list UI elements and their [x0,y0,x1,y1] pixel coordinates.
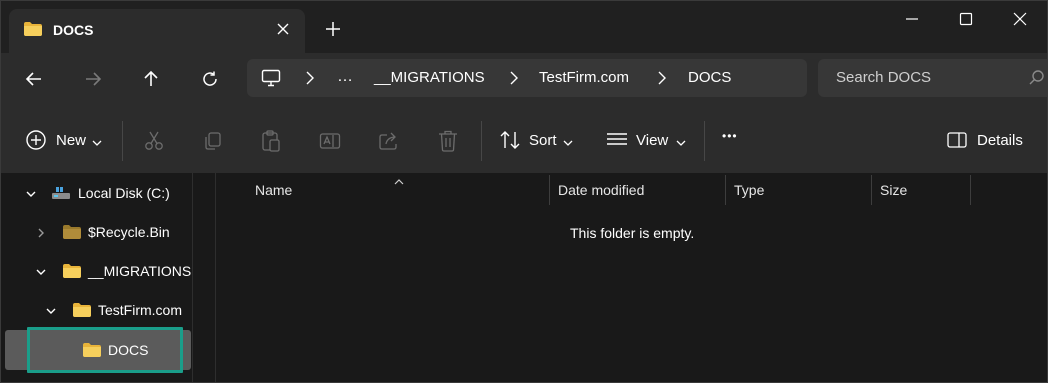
folder-icon [62,378,82,382]
breadcrumb-docs[interactable]: DOCS [688,69,731,86]
tab-title: DOCS [53,22,94,38]
tab-close-icon[interactable] [271,17,295,41]
address-bar[interactable]: … __MIGRATIONS TestFirm.com DOCS [247,59,807,97]
column-label: Size [880,182,908,198]
tree-item-local-disk[interactable]: Local Disk (C:) [1,174,191,212]
tree-item-label: $Recycle.Bin [88,224,170,240]
chevron-down-icon[interactable] [45,304,57,320]
tree-item-recycle-bin[interactable]: $Recycle.Bin [1,213,191,251]
file-list: Name Date modified Type Size This folder… [217,173,1047,382]
refresh-icon[interactable] [194,65,226,93]
new-button[interactable]: New [25,123,107,157]
share-icon[interactable] [378,123,402,157]
sort-label: Sort [529,132,557,149]
details-button[interactable]: Details [947,123,1027,157]
drive-icon [51,185,71,204]
chevron-right-icon[interactable] [35,226,47,242]
navigation-bar: … __MIGRATIONS TestFirm.com DOCS Search … [1,53,1047,107]
folder-icon [62,224,82,243]
more-options-icon: ••• [722,129,738,143]
forward-arrow-icon[interactable] [77,65,109,93]
column-label: Name [255,182,293,198]
delete-icon[interactable] [437,123,461,157]
empty-folder-message: This folder is empty. [570,225,695,241]
search-input[interactable]: Search DOCS [818,59,1047,97]
command-separator [481,121,482,161]
command-bar: New Sort View ••• Details [1,107,1047,173]
column-header-date-modified[interactable]: Date modified [550,173,726,205]
navigation-pane-divider [192,173,193,382]
view-button[interactable]: View [606,123,688,157]
search-placeholder: Search DOCS [836,69,932,86]
breadcrumb-overflow[interactable]: … [337,68,354,86]
chevron-right-icon[interactable] [657,70,667,89]
column-header-name[interactable]: Name [217,173,549,205]
tree-item-migrations[interactable]: __MIGRATIONS [1,252,191,290]
file-explorer-window: DOCS … __MIGRATIONS TestFirm.com DOCS Se… [0,0,1048,383]
chevron-right-icon[interactable] [509,70,519,89]
back-arrow-icon[interactable] [18,65,50,93]
cut-icon[interactable] [143,123,167,157]
up-arrow-icon[interactable] [135,65,167,93]
column-label: Date modified [558,182,645,198]
column-header-type[interactable]: Type [726,173,871,205]
search-icon [1028,69,1046,90]
folder-icon [72,302,92,321]
chevron-right-icon[interactable] [305,70,315,89]
breadcrumb-testfirm[interactable]: TestFirm.com [539,69,629,86]
column-header-size[interactable]: Size [872,173,970,205]
command-separator [122,121,123,161]
folder-icon [62,263,82,282]
highlight-annotation [27,327,183,373]
chevron-down-icon[interactable] [35,265,47,281]
rename-icon[interactable] [319,123,343,157]
tab-docs[interactable]: DOCS [9,9,305,53]
sort-icon [499,129,521,154]
tree-item-label: Local Disk (C:) [78,185,170,201]
pane-splitter[interactable] [215,173,216,382]
details-label: Details [977,132,1023,149]
tree-item-label: __MIGRATIONS [88,263,192,279]
column-divider[interactable] [970,175,971,205]
column-label: Type [734,182,765,198]
this-pc-icon[interactable] [261,69,281,90]
chevron-down-icon [563,135,573,151]
paste-icon[interactable] [260,123,284,157]
folder-icon [23,21,43,40]
view-label: View [636,132,669,149]
chevron-down-icon [92,135,102,151]
plus-circle-icon [25,129,47,154]
new-tab-icon[interactable] [321,17,345,41]
tree-item-label: TestFirm.com [98,302,182,318]
breadcrumb-migrations[interactable]: __MIGRATIONS [374,69,485,86]
close-icon[interactable] [997,5,1043,33]
copy-icon[interactable] [202,123,226,157]
view-list-icon [606,130,628,153]
more-options-button[interactable]: ••• [722,123,748,157]
command-separator [704,121,705,161]
new-label: New [56,132,87,149]
tree-item-testfirm[interactable]: TestFirm.com [1,291,191,329]
maximize-icon[interactable] [943,5,989,33]
title-bar: DOCS [1,1,1047,53]
chevron-down-icon[interactable] [25,187,37,203]
sort-button[interactable]: Sort [499,123,577,157]
chevron-down-icon [676,135,686,151]
minimize-icon[interactable] [889,5,935,33]
details-pane-icon [947,131,967,152]
